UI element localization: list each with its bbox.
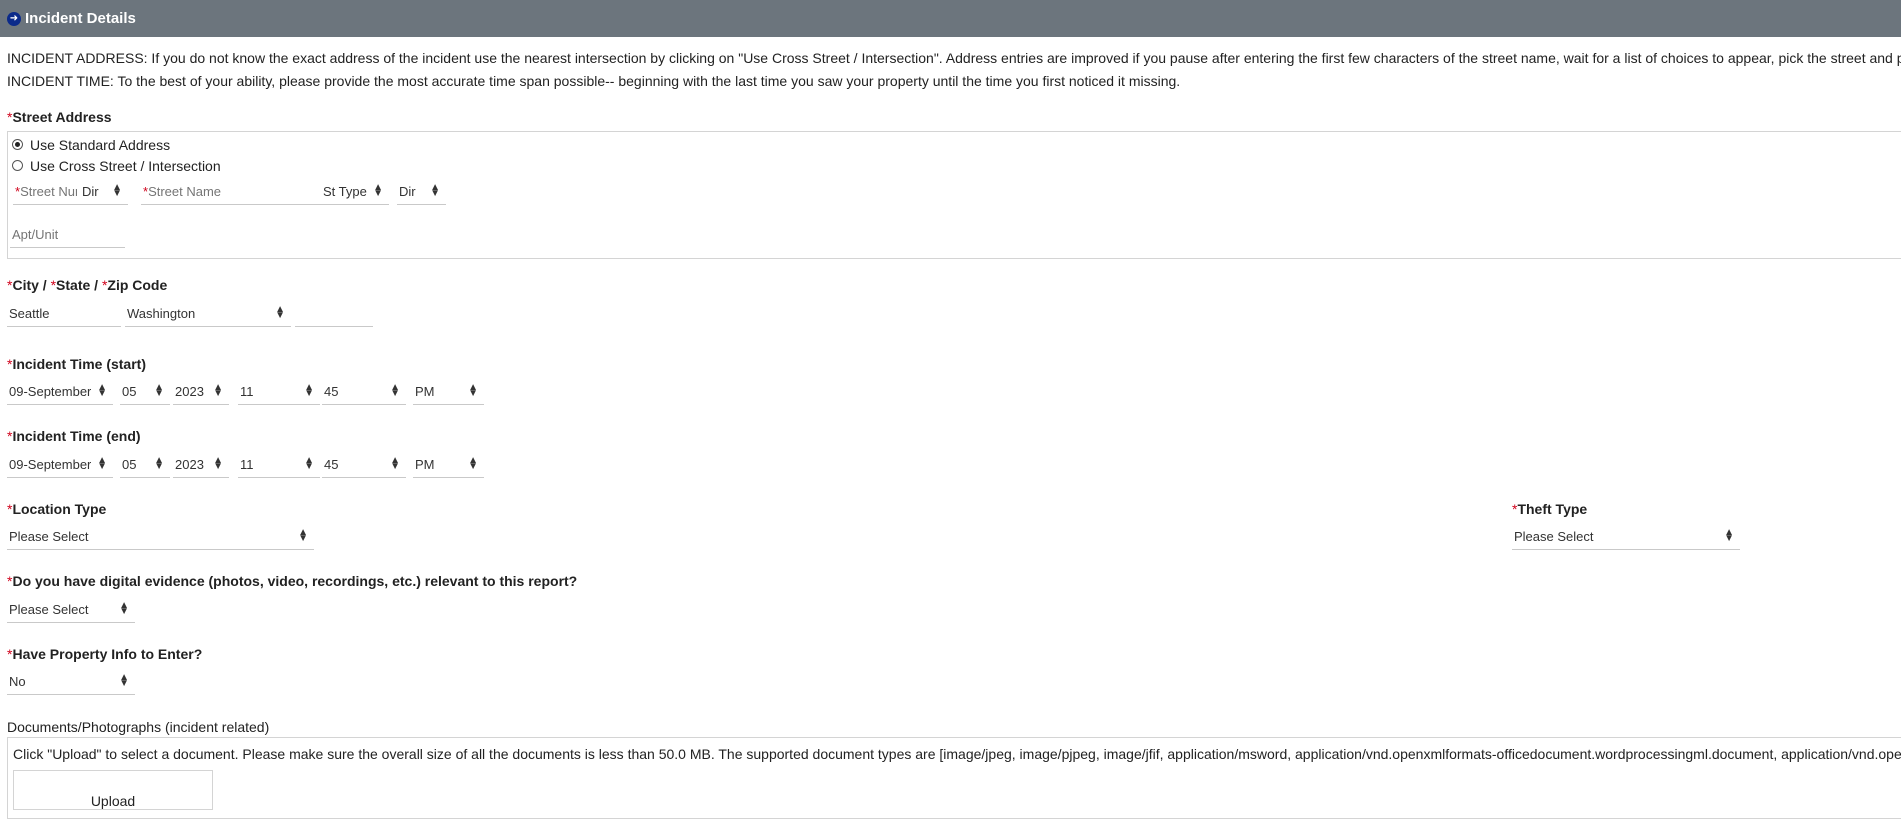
street-address-label: *Street Address bbox=[7, 109, 112, 125]
sort-arrows-icon: ▲ ▼ bbox=[213, 455, 223, 472]
theft-type-label: *Theft Type bbox=[1512, 501, 1588, 517]
sort-arrows-icon: ▲ ▼ bbox=[97, 455, 107, 472]
city-state-zip-label: *City / *State / *Zip Code bbox=[7, 277, 168, 293]
sort-arrows-icon: ▲ ▼ bbox=[390, 382, 400, 399]
property-info-label: *Have Property Info to Enter? bbox=[7, 646, 203, 662]
digital-evidence-label: *Do you have digital evidence (photos, v… bbox=[7, 573, 578, 589]
property-info-select[interactable]: No ▲ ▼ bbox=[7, 669, 135, 695]
theft-type-select[interactable]: Please Select ▲ ▼ bbox=[1512, 524, 1740, 550]
address-instructions: INCIDENT ADDRESS: If you do not know the… bbox=[7, 50, 1901, 66]
end-month-select[interactable]: 09-September ▲ ▼ bbox=[7, 452, 113, 478]
documents-instructions: Click "Upload" to select a document. Ple… bbox=[13, 746, 1901, 762]
radio-button[interactable] bbox=[12, 160, 23, 171]
sort-arrows-icon: ▲ ▼ bbox=[304, 382, 314, 399]
sort-arrows-icon: ▲ ▼ bbox=[430, 182, 440, 199]
section-header[interactable]: ➜ Incident Details bbox=[0, 0, 1901, 37]
street-address-group: Use Standard Address Use Cross Street / … bbox=[7, 131, 1901, 259]
street-dir-prefix-select[interactable]: Dir ▲ ▼ bbox=[80, 179, 128, 205]
sort-arrows-icon: ▲ ▼ bbox=[154, 455, 164, 472]
sort-arrows-icon: ▲ ▼ bbox=[373, 182, 383, 199]
street-number-input[interactable]: *Street Number bbox=[13, 179, 80, 205]
start-day-select[interactable]: 05 ▲ ▼ bbox=[120, 379, 170, 405]
street-dir-suffix-select[interactable]: Dir ▲ ▼ bbox=[397, 179, 446, 205]
end-year-select[interactable]: 2023 ▲ ▼ bbox=[173, 452, 229, 478]
end-day-select[interactable]: 05 ▲ ▼ bbox=[120, 452, 170, 478]
start-minute-select[interactable]: 45 ▲ ▼ bbox=[322, 379, 406, 405]
sort-arrows-icon: ▲ ▼ bbox=[298, 527, 308, 544]
documents-upload-area: Click "Upload" to select a document. Ple… bbox=[7, 737, 1901, 819]
documents-label: Documents/Photographs (incident related) bbox=[7, 719, 270, 735]
sort-arrows-icon: ▲ ▼ bbox=[275, 304, 285, 321]
street-type-select[interactable]: St Type ▲ ▼ bbox=[321, 179, 389, 205]
street-name-input[interactable]: *Street Name bbox=[141, 179, 323, 205]
sort-arrows-icon: ▲ ▼ bbox=[390, 455, 400, 472]
sort-arrows-icon: ▲ ▼ bbox=[97, 382, 107, 399]
sort-arrows-icon: ▲ ▼ bbox=[468, 455, 478, 472]
sort-arrows-icon: ▲ ▼ bbox=[154, 382, 164, 399]
time-instructions: INCIDENT TIME: To the best of your abili… bbox=[7, 73, 1181, 89]
end-minute-select[interactable]: 45 ▲ ▼ bbox=[322, 452, 406, 478]
start-ampm-select[interactable]: PM ▲ ▼ bbox=[413, 379, 484, 405]
apt-unit-input[interactable]: Apt/Unit bbox=[10, 222, 125, 248]
city-input[interactable]: Seattle bbox=[7, 301, 121, 327]
zip-input[interactable] bbox=[295, 301, 373, 327]
location-type-label: *Location Type bbox=[7, 501, 107, 517]
sort-arrows-icon: ▲ ▼ bbox=[112, 182, 122, 199]
sort-arrows-icon: ▲ ▼ bbox=[468, 382, 478, 399]
arrow-right-circle-icon: ➜ bbox=[7, 12, 21, 26]
digital-evidence-select[interactable]: Please Select ▲ ▼ bbox=[7, 597, 135, 623]
start-year-select[interactable]: 2023 ▲ ▼ bbox=[173, 379, 229, 405]
state-select[interactable]: Washington ▲ ▼ bbox=[125, 301, 291, 327]
sort-arrows-icon: ▲ ▼ bbox=[119, 600, 129, 617]
sort-arrows-icon: ▲ ▼ bbox=[213, 382, 223, 399]
sort-arrows-icon: ▲ ▼ bbox=[119, 672, 129, 689]
start-hour-select[interactable]: 11 ▲ ▼ bbox=[238, 379, 320, 405]
location-type-select[interactable]: Please Select ▲ ▼ bbox=[7, 524, 314, 550]
sort-arrows-icon: ▲ ▼ bbox=[304, 455, 314, 472]
incident-time-end-label: *Incident Time (end) bbox=[7, 428, 141, 444]
radio-button[interactable] bbox=[12, 139, 23, 150]
sort-arrows-icon: ▲ ▼ bbox=[1724, 527, 1734, 544]
start-month-select[interactable]: 09-September ▲ ▼ bbox=[7, 379, 113, 405]
section-title: Incident Details bbox=[25, 10, 136, 27]
end-hour-select[interactable]: 11 ▲ ▼ bbox=[238, 452, 320, 478]
upload-button[interactable]: Upload bbox=[13, 770, 213, 810]
end-ampm-select[interactable]: PM ▲ ▼ bbox=[413, 452, 484, 478]
incident-time-start-label: *Incident Time (start) bbox=[7, 356, 146, 372]
